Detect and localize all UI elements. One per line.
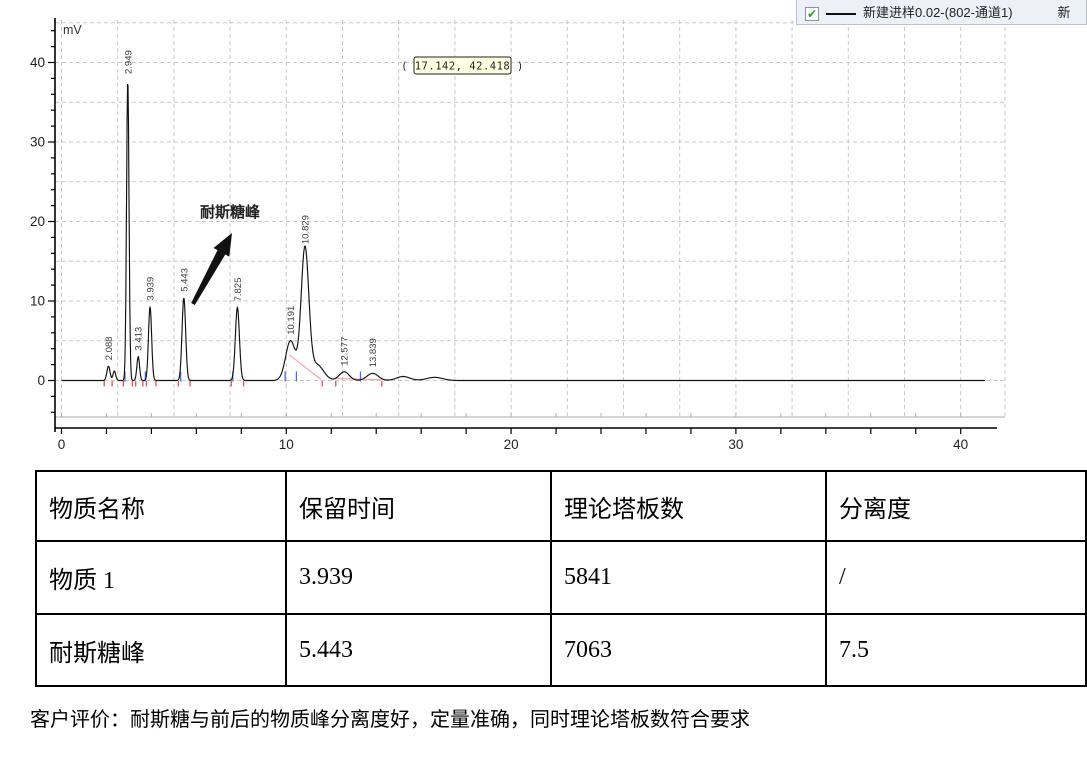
y-axis-tick-label: 40	[30, 55, 45, 70]
cell-retention-time: 3.939	[286, 541, 551, 614]
header-substance-name: 物质名称	[36, 471, 286, 541]
peak-annotation-label: 耐斯糖峰	[200, 203, 261, 221]
x-axis-tick-label: 10	[279, 437, 294, 452]
legend-series-label[interactable]: 新建进样0.02-(802-通道1)	[863, 2, 1013, 21]
y-axis-tick-label: 10	[30, 294, 45, 309]
peak-label: 2.949	[123, 50, 134, 74]
results-table: 物质名称 保留时间 理论塔板数 分离度 物质 1 3.939 5841 / 耐斯…	[35, 470, 1087, 687]
peak-label: 3.939	[146, 277, 157, 301]
peak-label: 2.088	[104, 336, 115, 360]
cell-plate-count: 7063	[551, 614, 826, 686]
cell-substance-name: 耐斯糖峰	[36, 614, 286, 686]
y-axis-tick-label: 20	[30, 214, 45, 229]
table-header-row: 物质名称 保留时间 理论塔板数 分离度	[36, 471, 1086, 541]
y-axis-tick-label: 0	[37, 373, 45, 388]
cursor-tooltip-text: ( 17.142, 42.418 )	[401, 61, 524, 73]
chromatogram-plot[interactable]: 2.088 2.949 3.413 3.939 5.443 7.825 10.191 10.8…	[0, 0, 1087, 460]
legend-series-label-partial[interactable]: 新	[1058, 2, 1071, 21]
axes: 0 10 20 30 40 0 10 20 30 40 mV	[30, 18, 997, 452]
header-plate-count: 理论塔板数	[551, 471, 826, 541]
cell-resolution: /	[826, 541, 1086, 614]
chromatogram-trace	[62, 84, 986, 381]
table-row: 耐斯糖峰 5.443 7063 7.5	[36, 614, 1086, 686]
peak-label: 7.825	[233, 278, 244, 302]
cell-plate-count: 5841	[551, 541, 826, 614]
check-icon[interactable]: ✔	[805, 7, 819, 21]
page: 2.0882.9493.4133.9395.4437.82510.19110.8…	[0, 0, 1087, 765]
x-axis-tick-label: 20	[504, 437, 519, 452]
x-axis-tick-label: 0	[58, 437, 66, 452]
legend-bar: ✔ 新建进样0.02-(802-通道1) 新	[796, 0, 1087, 25]
header-retention-time: 保留时间	[286, 471, 551, 541]
header-resolution: 分离度	[826, 471, 1086, 541]
peak-label: 10.191	[286, 306, 297, 335]
customer-evaluation-text: 客户评价：耐斯糖与前后的物质峰分离度好，定量准确，同时理论塔板数符合要求	[30, 703, 750, 732]
cell-resolution: 7.5	[826, 614, 1086, 686]
grid	[55, 20, 1005, 417]
x-axis-tick-label: 30	[728, 437, 743, 452]
cell-substance-name: 物质 1	[36, 541, 286, 614]
peak-label: 13.839	[368, 338, 379, 367]
y-axis-unit-label: mV	[63, 23, 82, 37]
cell-retention-time: 5.443	[286, 614, 551, 686]
peak-label: 10.829	[300, 215, 311, 244]
y-axis-tick-label: 30	[30, 135, 45, 150]
table-row: 物质 1 3.939 5841 /	[36, 541, 1086, 614]
x-axis-tick-label: 40	[953, 437, 968, 452]
integration-baseline	[290, 355, 321, 380]
legend-line-sample	[826, 13, 856, 15]
peak-label: 5.443	[179, 268, 190, 292]
peak-label: 12.577	[340, 337, 351, 366]
peak-label: 3.413	[134, 327, 145, 351]
annotation-arrow	[191, 233, 232, 305]
